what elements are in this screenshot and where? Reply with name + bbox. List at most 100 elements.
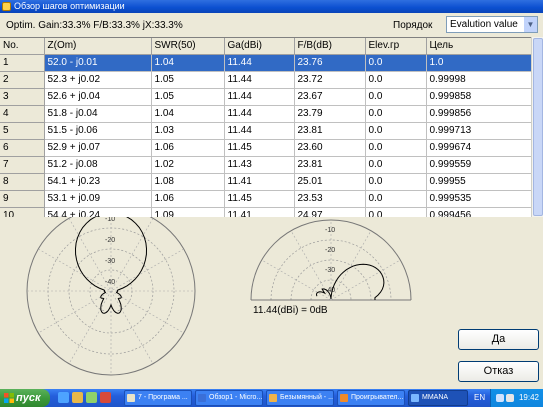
network-icon[interactable] xyxy=(496,394,504,402)
taskbar-task-button[interactable]: Проигрывател... xyxy=(337,390,405,406)
header-col-no[interactable]: No. xyxy=(0,38,45,55)
cell-col-elevation[interactable]: 0.0 xyxy=(365,173,427,191)
desktop-quicklaunch-icon[interactable] xyxy=(86,392,97,403)
cell-col-fb[interactable]: 23.81 xyxy=(294,122,366,140)
cell-col-impedance[interactable]: 51.5 - j0.06 xyxy=(44,122,152,140)
cell-col-target[interactable]: 0.99955 xyxy=(426,173,531,191)
cell-col-impedance[interactable]: 52.3 + j0.02 xyxy=(44,71,152,89)
cell-col-swr[interactable]: 1.02 xyxy=(151,156,225,174)
header-col-impedance[interactable]: Z(Om) xyxy=(44,38,152,55)
table-row[interactable]: 10 54.4 + j0.24 1.09 11.41 24.97 0.0 0.999456 xyxy=(0,207,531,217)
language-indicator[interactable]: EN xyxy=(474,389,485,407)
cell-col-no[interactable]: 7 xyxy=(0,156,45,174)
cell-col-target[interactable]: 0.99998 xyxy=(426,71,531,89)
ie-quicklaunch-icon[interactable] xyxy=(58,392,69,403)
table-row[interactable]: 2 52.3 + j0.02 1.05 11.44 23.72 0.0 0.99998 xyxy=(0,71,531,89)
cell-col-swr[interactable]: 1.05 xyxy=(151,71,225,89)
cell-col-impedance[interactable]: 52.9 + j0.07 xyxy=(44,139,152,157)
cell-col-elevation[interactable]: 0.0 xyxy=(365,139,427,157)
table-row[interactable]: 1 52.0 - j0.01 1.04 11.44 23.76 0.0 1.0 xyxy=(0,54,531,72)
cell-col-fb[interactable]: 23.67 xyxy=(294,88,366,106)
header-col-elevation[interactable]: Elev.гр xyxy=(365,38,427,55)
cell-col-fb[interactable]: 23.76 xyxy=(294,54,366,72)
taskbar-task-button[interactable]: Безымянный - ... xyxy=(266,390,334,406)
cell-col-impedance[interactable]: 52.0 - j0.01 xyxy=(44,54,152,72)
cell-col-fb[interactable]: 23.79 xyxy=(294,105,366,123)
cell-col-swr[interactable]: 1.04 xyxy=(151,54,225,72)
cell-col-elevation[interactable]: 0.0 xyxy=(365,122,427,140)
cell-col-swr[interactable]: 1.06 xyxy=(151,139,225,157)
folder-quicklaunch-icon[interactable] xyxy=(72,392,83,403)
order-select[interactable]: Evalution value ▼ xyxy=(446,16,538,33)
cell-col-elevation[interactable]: 0.0 xyxy=(365,88,427,106)
cell-col-no[interactable]: 2 xyxy=(0,71,45,89)
cell-col-fb[interactable]: 23.53 xyxy=(294,190,366,208)
cell-col-target[interactable]: 0.999856 xyxy=(426,105,531,123)
cell-col-target[interactable]: 0.999456 xyxy=(426,207,531,217)
cell-col-impedance[interactable]: 54.1 + j0.23 xyxy=(44,173,152,191)
cell-col-impedance[interactable]: 53.1 + j0.09 xyxy=(44,190,152,208)
cell-col-gain[interactable]: 11.41 xyxy=(224,207,295,217)
cell-col-elevation[interactable]: 0.0 xyxy=(365,105,427,123)
table-row[interactable]: 7 51.2 - j0.08 1.02 11.43 23.81 0.0 0.999559 xyxy=(0,156,531,174)
cell-col-swr[interactable]: 1.06 xyxy=(151,190,225,208)
cell-col-target[interactable]: 0.999535 xyxy=(426,190,531,208)
table-row[interactable]: 4 51.8 - j0.04 1.04 11.44 23.79 0.0 0.999856 xyxy=(0,105,531,123)
vertical-scrollbar[interactable] xyxy=(531,37,543,217)
cell-col-gain[interactable]: 11.41 xyxy=(224,173,295,191)
cell-col-no[interactable]: 3 xyxy=(0,88,45,106)
header-col-gain[interactable]: Ga(dBi) xyxy=(224,38,295,55)
start-button[interactable]: пуск xyxy=(0,389,50,407)
cell-col-no[interactable]: 9 xyxy=(0,190,45,208)
cell-col-impedance[interactable]: 54.4 + j0.24 xyxy=(44,207,152,217)
table-row[interactable]: 3 52.6 + j0.04 1.05 11.44 23.67 0.0 0.999858 xyxy=(0,88,531,106)
cell-col-gain[interactable]: 11.44 xyxy=(224,54,295,72)
volume-icon[interactable] xyxy=(506,394,514,402)
table-row[interactable]: 6 52.9 + j0.07 1.06 11.45 23.60 0.0 0.999674 xyxy=(0,139,531,157)
cell-col-elevation[interactable]: 0.0 xyxy=(365,156,427,174)
cell-col-no[interactable]: 10 xyxy=(0,207,45,217)
cell-col-gain[interactable]: 11.44 xyxy=(224,122,295,140)
cell-col-target[interactable]: 0.999858 xyxy=(426,88,531,106)
header-col-target[interactable]: Цель xyxy=(426,38,531,55)
table-row[interactable]: 8 54.1 + j0.23 1.08 11.41 25.01 0.0 0.99955 xyxy=(0,173,531,191)
cell-col-gain[interactable]: 11.44 xyxy=(224,88,295,106)
app-quicklaunch-icon[interactable] xyxy=(100,392,111,403)
cell-col-fb[interactable]: 24.97 xyxy=(294,207,366,217)
cell-col-fb[interactable]: 23.81 xyxy=(294,156,366,174)
cell-col-elevation[interactable]: 0.0 xyxy=(365,207,427,217)
cell-col-swr[interactable]: 1.08 xyxy=(151,173,225,191)
cell-col-elevation[interactable]: 0.0 xyxy=(365,54,427,72)
header-col-fb[interactable]: F/B(dB) xyxy=(294,38,366,55)
ok-button[interactable]: Да xyxy=(458,329,539,350)
cell-col-no[interactable]: 5 xyxy=(0,122,45,140)
cell-col-impedance[interactable]: 51.2 - j0.08 xyxy=(44,156,152,174)
cell-col-impedance[interactable]: 52.6 + j0.04 xyxy=(44,88,152,106)
cell-col-gain[interactable]: 11.44 xyxy=(224,71,295,89)
table-row[interactable]: 5 51.5 - j0.06 1.03 11.44 23.81 0.0 0.999713 xyxy=(0,122,531,140)
cell-col-gain[interactable]: 11.43 xyxy=(224,156,295,174)
taskbar-task-button[interactable]: Обзор1 - Micro... xyxy=(195,390,263,406)
cancel-button[interactable]: Отказ xyxy=(458,361,539,382)
cell-col-swr[interactable]: 1.05 xyxy=(151,88,225,106)
header-col-swr[interactable]: SWR(50) xyxy=(151,38,225,55)
cell-col-elevation[interactable]: 0.0 xyxy=(365,71,427,89)
cell-col-fb[interactable]: 23.60 xyxy=(294,139,366,157)
cell-col-swr[interactable]: 1.03 xyxy=(151,122,225,140)
cell-col-gain[interactable]: 11.44 xyxy=(224,105,295,123)
cell-col-target[interactable]: 0.999559 xyxy=(426,156,531,174)
cell-col-no[interactable]: 4 xyxy=(0,105,45,123)
cell-col-impedance[interactable]: 51.8 - j0.04 xyxy=(44,105,152,123)
cell-col-target[interactable]: 0.999713 xyxy=(426,122,531,140)
table-row[interactable]: 9 53.1 + j0.09 1.06 11.45 23.53 0.0 0.999535 xyxy=(0,190,531,208)
cell-col-gain[interactable]: 11.45 xyxy=(224,139,295,157)
cell-col-no[interactable]: 1 xyxy=(0,54,45,72)
scrollbar-thumb[interactable] xyxy=(533,38,543,216)
cell-col-target[interactable]: 1.0 xyxy=(426,54,531,72)
taskbar-task-button[interactable]: 7 - Програма ... xyxy=(124,390,192,406)
cell-col-no[interactable]: 6 xyxy=(0,139,45,157)
cell-col-fb[interactable]: 23.72 xyxy=(294,71,366,89)
cell-col-elevation[interactable]: 0.0 xyxy=(365,190,427,208)
cell-col-swr[interactable]: 1.04 xyxy=(151,105,225,123)
chevron-down-icon[interactable]: ▼ xyxy=(523,17,537,32)
